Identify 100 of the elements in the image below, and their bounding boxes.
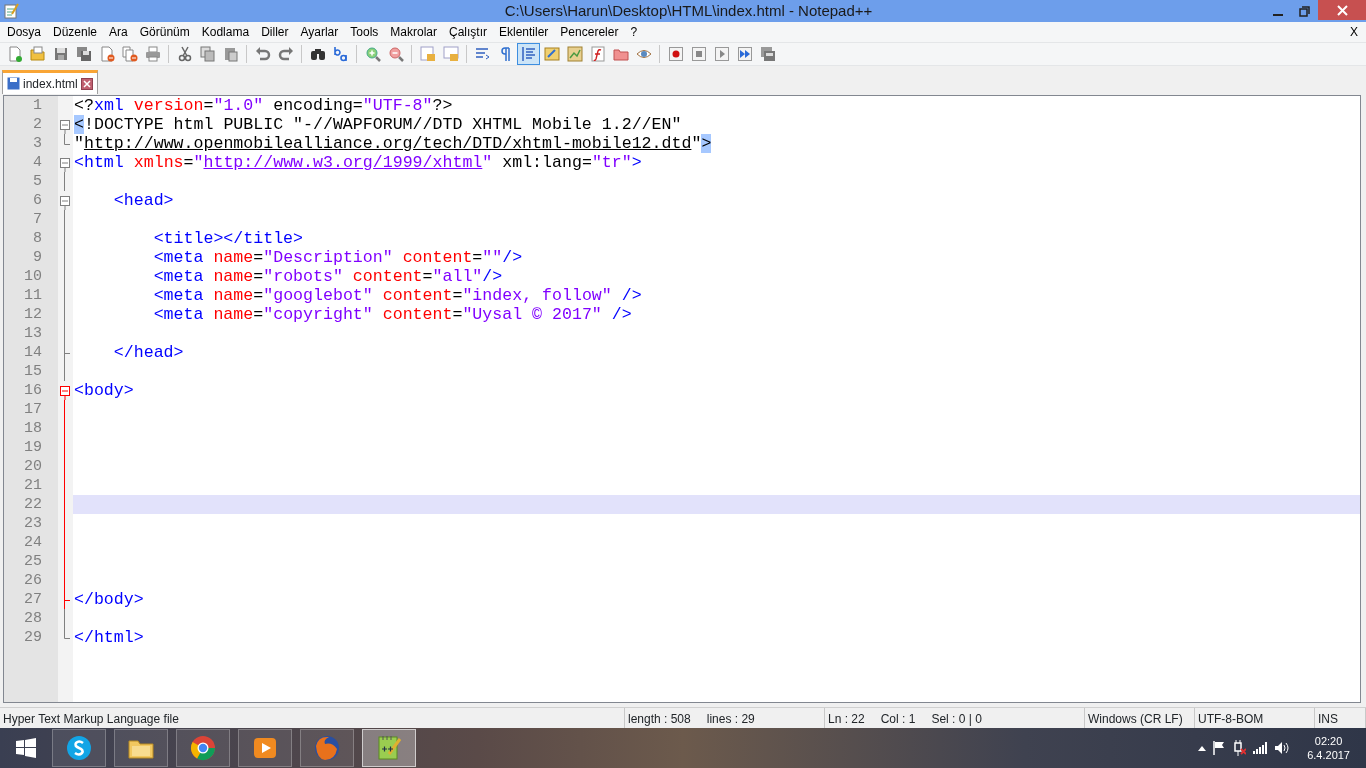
code-line: "http://www.openmobilealliance.org/tech/DTD/xhtml-mobile12.dtd"> [73,134,713,153]
line-number: 17 [23,400,43,419]
line-number: 18 [23,419,43,438]
replace-icon [332,46,349,62]
close-document-icon [98,46,115,62]
new-document-icon [6,46,23,62]
code-line: <meta name="googlebot" content="index, follow" /> [152,286,643,305]
code-line: </head> [112,343,185,362]
menu-item[interactable]: Ara [103,23,134,41]
fold-toggle-icon[interactable] [60,120,70,134]
line-number: 16 [23,381,43,400]
clock-time: 02:20 [1314,734,1343,748]
code-line: <body> [73,381,135,400]
line-number: 1 [32,96,43,115]
speaker-icon[interactable] [1274,741,1291,755]
menu-item[interactable]: Makrolar [384,23,443,41]
line-number: 8 [32,229,43,248]
line-number: 13 [23,324,43,343]
menu-item[interactable]: Diller [255,23,295,41]
column-label: Col : 1 [880,710,916,728]
undo-icon [254,46,271,62]
line-number: 25 [23,552,43,571]
flag-icon[interactable] [1213,741,1226,755]
fox-globe-icon [313,734,341,762]
menu-item[interactable]: Görünüm [133,23,196,41]
word-wrap-icon [474,46,491,62]
line-position-label: Ln : 22 [828,710,865,728]
map-icon [566,46,583,62]
code-line: <title></title> [152,229,305,248]
length-label: length : 508 [628,710,691,728]
power-plug-icon[interactable] [1232,740,1247,756]
menu-item[interactable]: Kodlama [195,23,256,41]
record-icon [667,46,684,62]
fold-toggle-icon[interactable] [60,386,70,400]
line-number: 19 [23,438,43,457]
menu-item[interactable]: Düzenle [47,23,104,41]
menu-item[interactable]: Eklentiler [493,23,555,41]
taskbar-app-button[interactable] [176,729,230,767]
chevron-up-icon[interactable] [1198,745,1207,751]
close-icon [1336,4,1348,16]
taskbar-app-button[interactable] [114,729,168,767]
line-number: 2 [32,115,43,134]
line-number: 27 [23,590,43,609]
code-line: <meta name="copyright" content="Uysal © 2017" /> [152,305,633,324]
zoom-in-icon [364,46,381,62]
scissors-icon [176,46,193,62]
line-number: 26 [23,571,43,590]
encoding-label: UTF-8-BOM [1198,710,1264,728]
line-number: 14 [23,343,43,362]
clock-date: 6.4.2017 [1307,748,1350,762]
paste-icon [222,46,239,62]
close-button[interactable] [1318,0,1366,20]
zoom-out-icon [387,46,404,62]
fold-toggle-icon[interactable] [60,158,70,172]
selection-label: Sel : 0 | 0 [931,710,982,728]
minimize-icon [1272,14,1283,16]
fast-forward-icon [736,46,753,62]
floppy-disks-icon [75,46,92,62]
menu-item[interactable]: Çalıştır [443,23,493,41]
menu-item[interactable]: Dosya [1,23,47,41]
redo-icon [277,46,294,62]
line-number: 6 [32,191,43,210]
line-number: 12 [23,305,43,324]
menu-item[interactable]: Tools [344,23,385,41]
code-line: <meta name="Description" content=""/> [152,248,524,267]
line-number: 21 [23,476,43,495]
line-number: 3 [32,134,43,153]
fold-toggle-icon[interactable] [60,196,70,210]
line-number: 10 [23,267,43,286]
line-number: 24 [23,533,43,552]
taskbar-app-button[interactable] [238,729,292,767]
clock[interactable]: 02:20 6.4.2017 [1307,734,1350,762]
code-line: <?xml version="1.0" encoding="UTF-8"?> [73,96,454,115]
line-number: 22 [23,495,43,514]
menu-item[interactable]: ? [624,23,644,41]
window-title: C:\Users\Harun\Desktop\HTML\index.html - Notepad++ [503,0,874,21]
menu-item[interactable]: Ayarlar [294,23,345,41]
code-line: <!DOCTYPE html PUBLIC "-//WAPFORUM//DTD XHTML Mobile 1.2//EN" [73,115,683,134]
play-icon [713,46,730,62]
printer-icon [144,46,161,62]
indent-guide-icon [520,46,537,62]
line-number: 11 [23,286,43,305]
signal-bars-icon[interactable] [1253,742,1268,754]
document-tab[interactable]: index.html [2,70,98,94]
folder-icon [612,46,629,62]
line-ending-label: Windows (CR LF) [1088,710,1183,728]
close-documents-icon [121,46,138,62]
function-list-icon [589,46,606,62]
close-document-button[interactable]: X [1346,23,1362,41]
code-line: <html xmlns="http://www.w3.org/1999/xhtml" xml:lang="tr"> [73,153,643,172]
sync-horizontal-icon [442,46,459,62]
tab-label: index.html [23,75,78,93]
line-number: 20 [23,457,43,476]
line-number: 7 [32,210,43,229]
file-type-label: Hyper Text Markup Language file [3,710,179,728]
insert-mode-label: INS [1318,710,1338,728]
copy-icon [199,46,216,62]
menu-item[interactable]: Pencereler [554,23,625,41]
close-icon[interactable] [80,77,93,90]
taskbar-app-button[interactable] [52,729,106,767]
